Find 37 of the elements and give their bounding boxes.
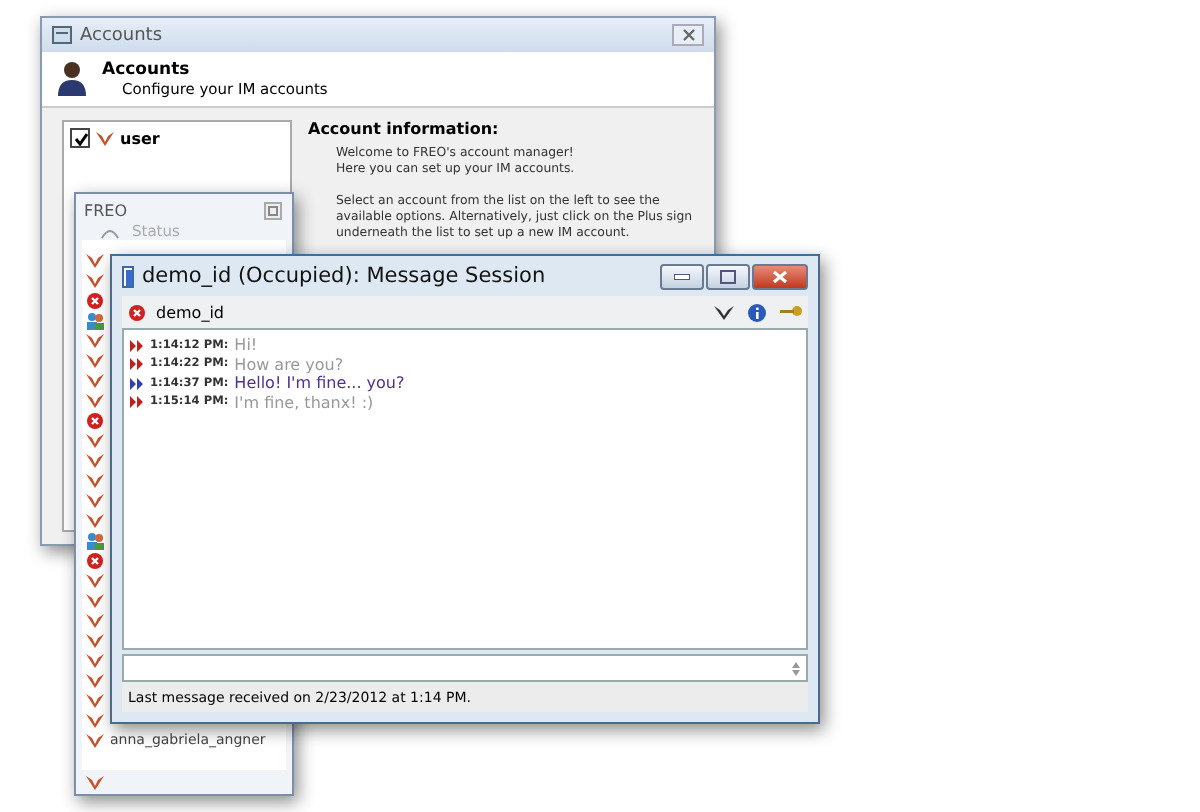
close-icon — [772, 269, 788, 283]
double-arrow-icon — [130, 396, 144, 409]
minimize-icon — [674, 273, 690, 279]
maximize-button[interactable] — [706, 263, 750, 289]
page-icon — [122, 265, 134, 287]
busy-icon — [128, 303, 146, 321]
people-icon — [86, 311, 104, 329]
message-text: I'm fine, thanx! :) — [234, 393, 374, 412]
window-title: demo_id (Occupied): Message Session — [142, 264, 548, 288]
pin-button[interactable] — [264, 202, 282, 220]
message-text: Hello! I'm fine... you? — [234, 374, 405, 393]
close-button[interactable] — [672, 24, 704, 46]
window-title: FREO — [84, 202, 128, 220]
close-button[interactable] — [752, 263, 808, 289]
maximize-icon — [720, 269, 736, 283]
people-icon — [86, 531, 104, 549]
spin-icon — [792, 661, 800, 675]
info-button[interactable] — [748, 303, 766, 321]
window-title: Accounts — [80, 25, 165, 45]
contact-name: demo_id — [156, 303, 224, 321]
checkbox[interactable] — [70, 128, 90, 148]
minimize-button[interactable] — [660, 263, 704, 289]
info-heading: Account information: — [308, 120, 501, 138]
window-icon — [52, 26, 72, 44]
message-text: How are you? — [234, 355, 344, 374]
message-input[interactable] — [122, 654, 808, 682]
double-arrow-icon — [130, 377, 144, 390]
account-item[interactable]: user — [70, 128, 284, 148]
person-icon — [58, 60, 86, 96]
square-icon — [268, 206, 278, 216]
close-icon — [681, 28, 695, 42]
double-arrow-icon — [130, 358, 144, 371]
message-text: Hi! — [234, 336, 258, 355]
check-icon — [73, 131, 87, 145]
header-title: Accounts — [102, 60, 192, 80]
double-arrow-icon — [130, 339, 144, 352]
info-icon — [748, 303, 766, 321]
